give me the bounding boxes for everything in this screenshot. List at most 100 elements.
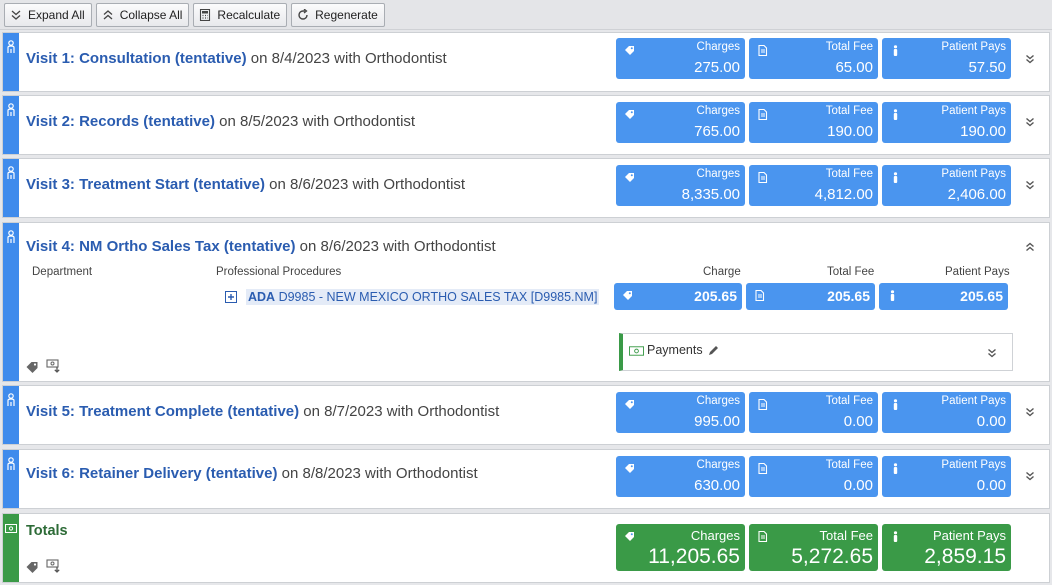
patient-pays-value: 190.00 [960, 123, 1006, 140]
collapse-chevron-icon[interactable] [1025, 242, 1035, 252]
department-header: Department [32, 266, 93, 278]
visit-title: Visit 3: Treatment Start (tentative) on … [26, 176, 465, 193]
expand-chevron-icon[interactable] [1025, 54, 1035, 64]
charges-label: Charges [690, 528, 740, 543]
total-fee-label: Total Fee [825, 459, 873, 471]
visit-details: on 8/6/2023 with Orthodontist [295, 238, 496, 255]
expand-chevron-icon[interactable] [1025, 117, 1035, 127]
expand-chevron-icon[interactable] [1025, 180, 1035, 190]
charges-label: Charges [696, 395, 740, 407]
document-icon [757, 399, 768, 410]
visit-sidebar [3, 159, 19, 217]
totals-cards: Charges 11,205.65 Total Fee 5,272.65 Patie… [616, 524, 1011, 571]
payment-download-icon[interactable] [46, 359, 61, 373]
person-icon [6, 457, 16, 471]
collapse-all-icon [103, 9, 113, 19]
total-fee-card: Total Fee 5,272.65 [749, 524, 878, 571]
professional-procedures-header: Professional Procedures [216, 266, 342, 278]
charges-value: 275.00 [694, 59, 740, 76]
procedure-description[interactable]: ADA D9985 - NEW MEXICO ORTHO SALES TAX [… [246, 289, 600, 305]
total-fee-label: Total Fee [825, 105, 873, 117]
person-icon [6, 230, 16, 244]
procedure-system: ADA [248, 290, 276, 304]
collapse-all-label: Collapse All [119, 7, 183, 22]
total-patient-pays-card: Patient Pays 2,859.15 [882, 524, 1011, 571]
total-charges-value: 11,205.65 [648, 545, 740, 568]
person-icon [890, 45, 901, 56]
calculator-icon [200, 8, 211, 21]
tag-icon[interactable] [25, 360, 40, 374]
tag-icon [624, 172, 635, 183]
procedure-amount-cards: 205.65 205.65 205.65 [614, 283, 1008, 310]
procedure-code: D9985 [278, 290, 316, 304]
payment-download-icon[interactable] [46, 559, 61, 573]
document-icon [757, 109, 768, 120]
expand-procedure-icon[interactable] [225, 291, 237, 303]
expand-all-icon [11, 10, 21, 20]
patient-pays-card: Patient Pays 0.00 [882, 456, 1011, 497]
visit-details: on 8/7/2023 with Orthodontist [299, 403, 500, 420]
total-fee-card: Total Fee 190.00 [749, 102, 878, 143]
visit-title: Visit 5: Treatment Complete (tentative) … [26, 403, 499, 420]
person-icon [890, 531, 901, 542]
recalculate-button[interactable]: Recalculate [193, 2, 288, 27]
charge-card: 205.65 [614, 283, 742, 310]
visit-link[interactable]: Visit 2: Records (tentative) [26, 113, 215, 130]
visit-link[interactable]: Visit 3: Treatment Start (tentative) [26, 176, 265, 193]
visit-details: on 8/4/2023 with Orthodontist [246, 50, 447, 67]
refresh-icon [298, 8, 308, 20]
money-icon [5, 524, 17, 533]
patient-pays-value: 0.00 [976, 477, 1006, 494]
document-icon [757, 172, 768, 183]
charges-card: Charges 995.00 [616, 392, 745, 433]
money-icon [629, 346, 644, 356]
total-fee-value: 0.00 [843, 413, 873, 430]
total-fee-card: Total Fee 0.00 [749, 392, 878, 433]
expand-all-button[interactable]: Expand All [4, 2, 92, 27]
expand-payments-icon[interactable] [987, 348, 997, 358]
tag-icon [624, 463, 635, 474]
charges-label: Charges [696, 41, 740, 53]
charges-card: Charges 630.00 [616, 456, 745, 497]
total-patient-pays-value: 2,859.15 [924, 545, 1006, 568]
charges-card: Charges 765.00 [616, 102, 745, 143]
total-fee-value: 5,272.65 [791, 545, 873, 568]
total-fee-card: Total Fee 0.00 [749, 456, 878, 497]
visit-title: Visit 2: Records (tentative) on 8/5/2023… [26, 113, 415, 130]
edit-pencil-icon[interactable] [708, 345, 719, 356]
charges-value: 765.00 [694, 123, 740, 140]
visit-panel: Visit 1: Consultation (tentative) on 8/4… [2, 32, 1050, 92]
procedure-row[interactable]: ADA D9985 - NEW MEXICO ORTHO SALES TAX [… [225, 289, 600, 305]
visit-panel-expanded: Visit 4: NM Ortho Sales Tax (tentative) … [2, 222, 1050, 382]
tag-icon[interactable] [25, 560, 40, 574]
expand-chevron-icon[interactable] [1025, 407, 1035, 417]
person-icon [890, 172, 901, 183]
person-icon [6, 166, 16, 180]
visit-details: on 8/5/2023 with Orthodontist [214, 113, 416, 130]
charges-card: Charges 275.00 [616, 38, 745, 79]
person-icon [6, 103, 16, 117]
expand-chevron-icon[interactable] [1025, 471, 1035, 481]
charge-header: Charge [703, 266, 741, 278]
visit-panel: Visit 3: Treatment Start (tentative) on … [2, 158, 1050, 218]
total-fee-header: Total Fee [827, 266, 875, 278]
visit-link[interactable]: Visit 1: Consultation (tentative) [26, 50, 247, 67]
procedure-name: - NEW MEXICO ORTHO SALES TAX [D9985.NM] [315, 290, 598, 304]
document-icon [757, 45, 768, 56]
visit-sidebar [3, 96, 19, 154]
patient-pays-value: 57.50 [968, 59, 1006, 76]
visit-sidebar [3, 450, 19, 508]
charges-value: 8,335.00 [681, 186, 740, 203]
total-fee-value: 205.65 [827, 288, 870, 304]
collapse-all-button[interactable]: Collapse All [95, 2, 190, 27]
regenerate-button[interactable]: Regenerate [291, 2, 385, 27]
visit-link[interactable]: Visit 4: NM Ortho Sales Tax (tentative) [26, 238, 296, 255]
person-icon [890, 109, 901, 120]
visit-summary-cards: Charges 275.00 Total Fee 65.00 Patient Pay… [616, 38, 1011, 79]
visit-summary-cards: Charges 630.00 Total Fee 0.00 Patient Pays… [616, 456, 1011, 497]
visit-link[interactable]: Visit 5: Treatment Complete (tentative) [26, 403, 299, 420]
visit-link[interactable]: Visit 6: Retainer Delivery (tentative) [26, 465, 277, 482]
patient-pays-label: Patient Pays [941, 395, 1006, 407]
payments-section[interactable]: Payments [619, 333, 1013, 371]
charges-value: 630.00 [694, 477, 740, 494]
